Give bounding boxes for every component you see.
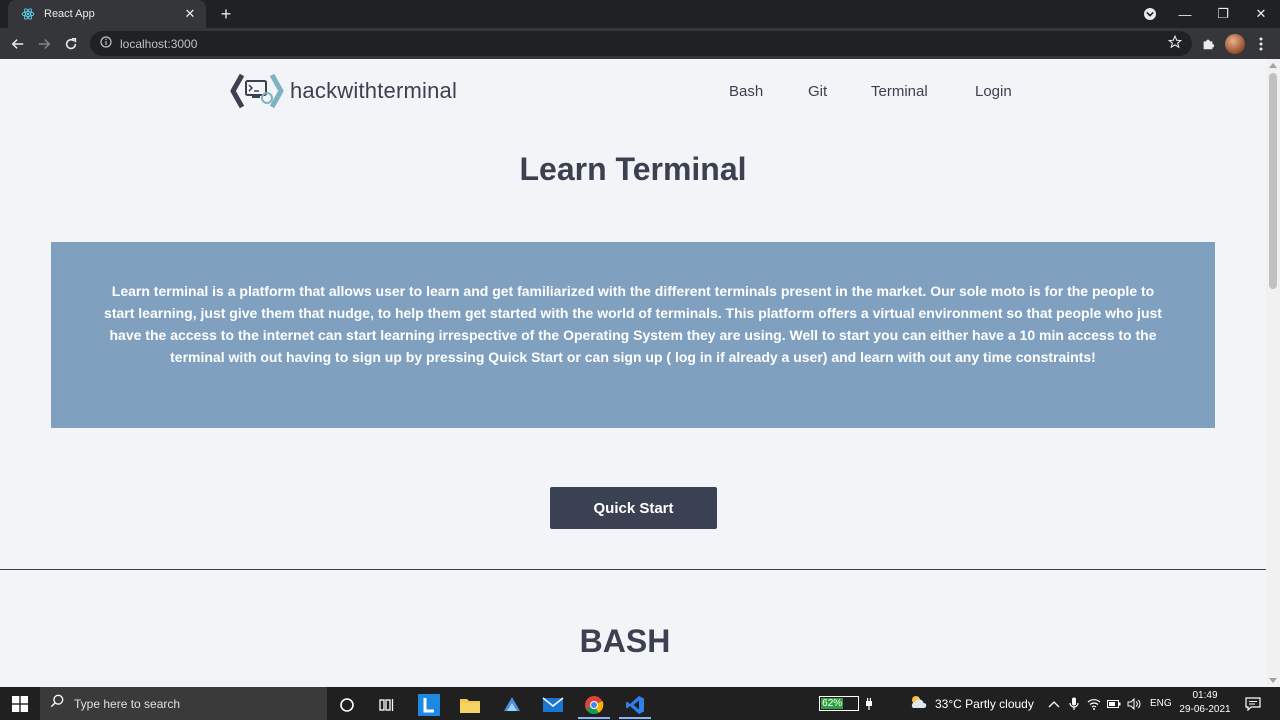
wifi-icon[interactable]	[1087, 687, 1101, 720]
battery-tray-icon[interactable]	[1107, 687, 1121, 720]
windows-taskbar: Type here to search 62% 33°C Partly clou…	[0, 687, 1280, 720]
power-plug-icon	[864, 687, 874, 720]
restore-icon[interactable]: ❐	[1204, 0, 1242, 28]
battery-indicator[interactable]: 62%	[819, 696, 859, 711]
browser-toolbar: localhost:3000	[0, 28, 1280, 59]
kebab-menu-icon[interactable]	[1250, 33, 1272, 55]
chrome-icon[interactable]	[574, 691, 614, 719]
clock-time: 01:49	[1192, 690, 1218, 701]
reload-icon[interactable]	[59, 32, 83, 56]
forward-icon[interactable]	[32, 32, 56, 56]
scroll-down-icon[interactable]	[1269, 678, 1277, 683]
page-content: hackwithterminal Bash Git Terminal Login…	[0, 59, 1266, 687]
quick-start-button[interactable]: Quick Start	[550, 487, 717, 529]
taskbar-search[interactable]: Type here to search	[40, 687, 327, 720]
nav-login[interactable]: Login	[975, 83, 1012, 100]
new-tab-button[interactable]: +	[216, 4, 236, 24]
clock-date: 29-06-2021	[1179, 704, 1231, 715]
description-box: Learn terminal is a platform that allows…	[51, 242, 1215, 428]
section-divider	[0, 569, 1266, 570]
search-placeholder: Type here to search	[74, 696, 181, 711]
description-text: Learn terminal is a platform that allows…	[104, 283, 1162, 365]
browser-tab-strip: React App ✕ + — ❐ ✕	[0, 0, 1280, 28]
notifications-icon[interactable]	[1245, 687, 1261, 720]
nav-bash[interactable]: Bash	[729, 83, 763, 100]
vscode-icon[interactable]	[615, 691, 655, 719]
app-blue-icon[interactable]	[492, 691, 532, 719]
windows-start-icon[interactable]	[0, 687, 40, 720]
url-text: localhost:3000	[120, 36, 198, 51]
react-icon	[20, 6, 36, 22]
show-hidden-icons-icon[interactable]	[1048, 687, 1060, 720]
battery-level: 62%	[821, 698, 844, 709]
browser-tab[interactable]: React App ✕	[8, 0, 206, 28]
back-icon[interactable]	[6, 32, 30, 56]
nav-git[interactable]: Git	[808, 83, 827, 100]
page-scrollbar[interactable]	[1266, 59, 1280, 687]
cortana-icon[interactable]	[327, 691, 367, 719]
language-indicator[interactable]: ENG	[1150, 687, 1172, 720]
minimize-icon[interactable]: —	[1166, 0, 1204, 28]
site-logo[interactable]: hackwithterminal	[230, 71, 457, 111]
page-title: Learn Terminal	[519, 151, 747, 187]
bookmark-star-icon[interactable]	[1167, 34, 1183, 54]
search-icon	[50, 694, 64, 713]
weather-widget[interactable]: 33°C Partly cloudy	[908, 687, 1034, 720]
brand-name: hackwithterminal	[290, 78, 458, 103]
speaker-icon[interactable]	[1127, 687, 1141, 720]
microphone-icon[interactable]	[1069, 687, 1079, 720]
tab-search-icon[interactable]	[1144, 8, 1156, 20]
mail-icon[interactable]	[533, 691, 573, 719]
scrollbar-thumb[interactable]	[1269, 73, 1277, 289]
extensions-puzzle-icon[interactable]	[1197, 33, 1219, 55]
launcher-l-icon[interactable]	[409, 691, 449, 719]
file-explorer-icon[interactable]	[450, 691, 490, 719]
weather-text: 33°C Partly cloudy	[935, 696, 1034, 711]
address-bar[interactable]: localhost:3000	[90, 31, 1192, 56]
scroll-up-icon[interactable]	[1269, 63, 1277, 68]
task-view-icon[interactable]	[367, 691, 407, 719]
nav-terminal[interactable]: Terminal	[871, 83, 928, 100]
profile-avatar[interactable]	[1224, 33, 1246, 55]
partly-cloudy-icon	[908, 694, 928, 713]
close-tab-icon[interactable]: ✕	[182, 6, 198, 22]
window-controls: — ❐ ✕	[1166, 0, 1280, 28]
system-clock[interactable]: 01:49 29-06-2021	[1178, 689, 1232, 717]
logo-terminal-icon	[230, 73, 284, 109]
section-title-bash: BASH	[579, 623, 671, 659]
tab-title: React App	[44, 8, 95, 20]
info-icon[interactable]	[100, 35, 112, 53]
close-window-icon[interactable]: ✕	[1242, 0, 1280, 28]
